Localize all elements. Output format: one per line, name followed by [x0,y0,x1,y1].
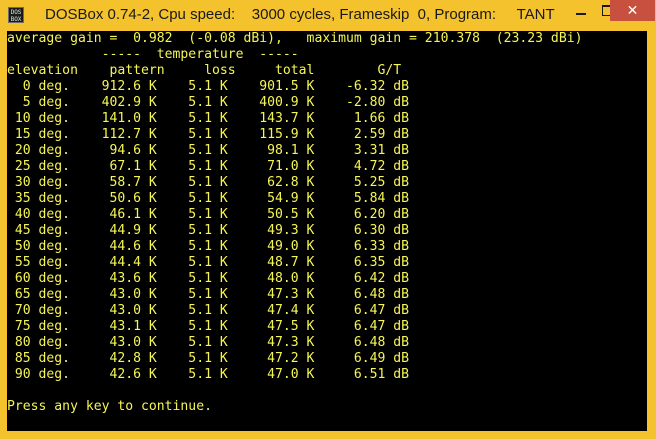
table-row: 20 deg. 94.6 K 5.1 K 98.1 K 3.31 dB [7,143,410,158]
dosbox-app-icon[interactable]: DOS BOX [8,7,24,23]
table-row: 35 deg. 50.6 K 5.1 K 54.9 K 5.84 dB [7,191,410,206]
table-row: 65 deg. 43.0 K 5.1 K 47.3 K 6.48 dB [7,287,410,302]
table-row: 25 deg. 67.1 K 5.1 K 71.0 K 4.72 dB [7,159,410,174]
table-row: 10 deg. 141.0 K 5.1 K 143.7 K 1.66 dB [7,111,410,126]
table-row: 0 deg. 912.6 K 5.1 K 901.5 K -6.32 dB [7,79,410,94]
table-row: 45 deg. 44.9 K 5.1 K 49.3 K 6.30 dB [7,223,410,238]
minimize-button[interactable] [567,0,594,21]
temperature-group-header: ----- temperature ----- [7,47,299,62]
close-icon: ✕ [626,2,639,19]
title-bar[interactable]: DOS BOX DOSBox 0.74-2, Cpu speed: 3000 c… [0,0,656,31]
close-button[interactable]: ✕ [610,0,655,21]
table-row: 60 deg. 43.6 K 5.1 K 48.0 K 6.42 dB [7,271,410,286]
table-row: 75 deg. 43.1 K 5.1 K 47.5 K 6.47 dB [7,319,410,334]
table-row: 15 deg. 112.7 K 5.1 K 115.9 K 2.59 dB [7,127,410,142]
window-title: DOSBox 0.74-2, Cpu speed: 3000 cycles, F… [45,6,555,23]
table-row: 80 deg. 43.0 K 5.1 K 47.3 K 6.48 dB [7,335,410,350]
dosbox-window: DOS BOX DOSBox 0.74-2, Cpu speed: 3000 c… [0,0,656,439]
table-row: 70 deg. 43.0 K 5.1 K 47.4 K 6.47 dB [7,303,410,318]
table-row: 40 deg. 46.1 K 5.1 K 50.5 K 6.20 dB [7,207,410,222]
continue-prompt: Press any key to continue. [7,399,212,414]
table-row: 50 deg. 44.6 K 5.1 K 49.0 K 6.33 dB [7,239,410,254]
minimize-icon [575,12,586,15]
table-row: 55 deg. 44.4 K 5.1 K 48.7 K 6.35 dB [7,255,410,270]
table-row: 90 deg. 42.6 K 5.1 K 47.0 K 6.51 dB [7,367,410,382]
column-header: elevation pattern loss total G/T [7,63,402,78]
app-icon-label: DOS BOX [10,9,22,23]
dos-console[interactable]: average gain = 0.982 (-0.08 dBi), maximu… [7,31,647,431]
table-row: 85 deg. 42.8 K 5.1 K 47.2 K 6.49 dB [7,351,410,366]
table-row: 5 deg. 402.9 K 5.1 K 400.9 K -2.80 dB [7,95,410,110]
gain-summary-line: average gain = 0.982 (-0.08 dBi), maximu… [7,31,583,46]
table-row: 30 deg. 58.7 K 5.1 K 62.8 K 5.25 dB [7,175,410,190]
